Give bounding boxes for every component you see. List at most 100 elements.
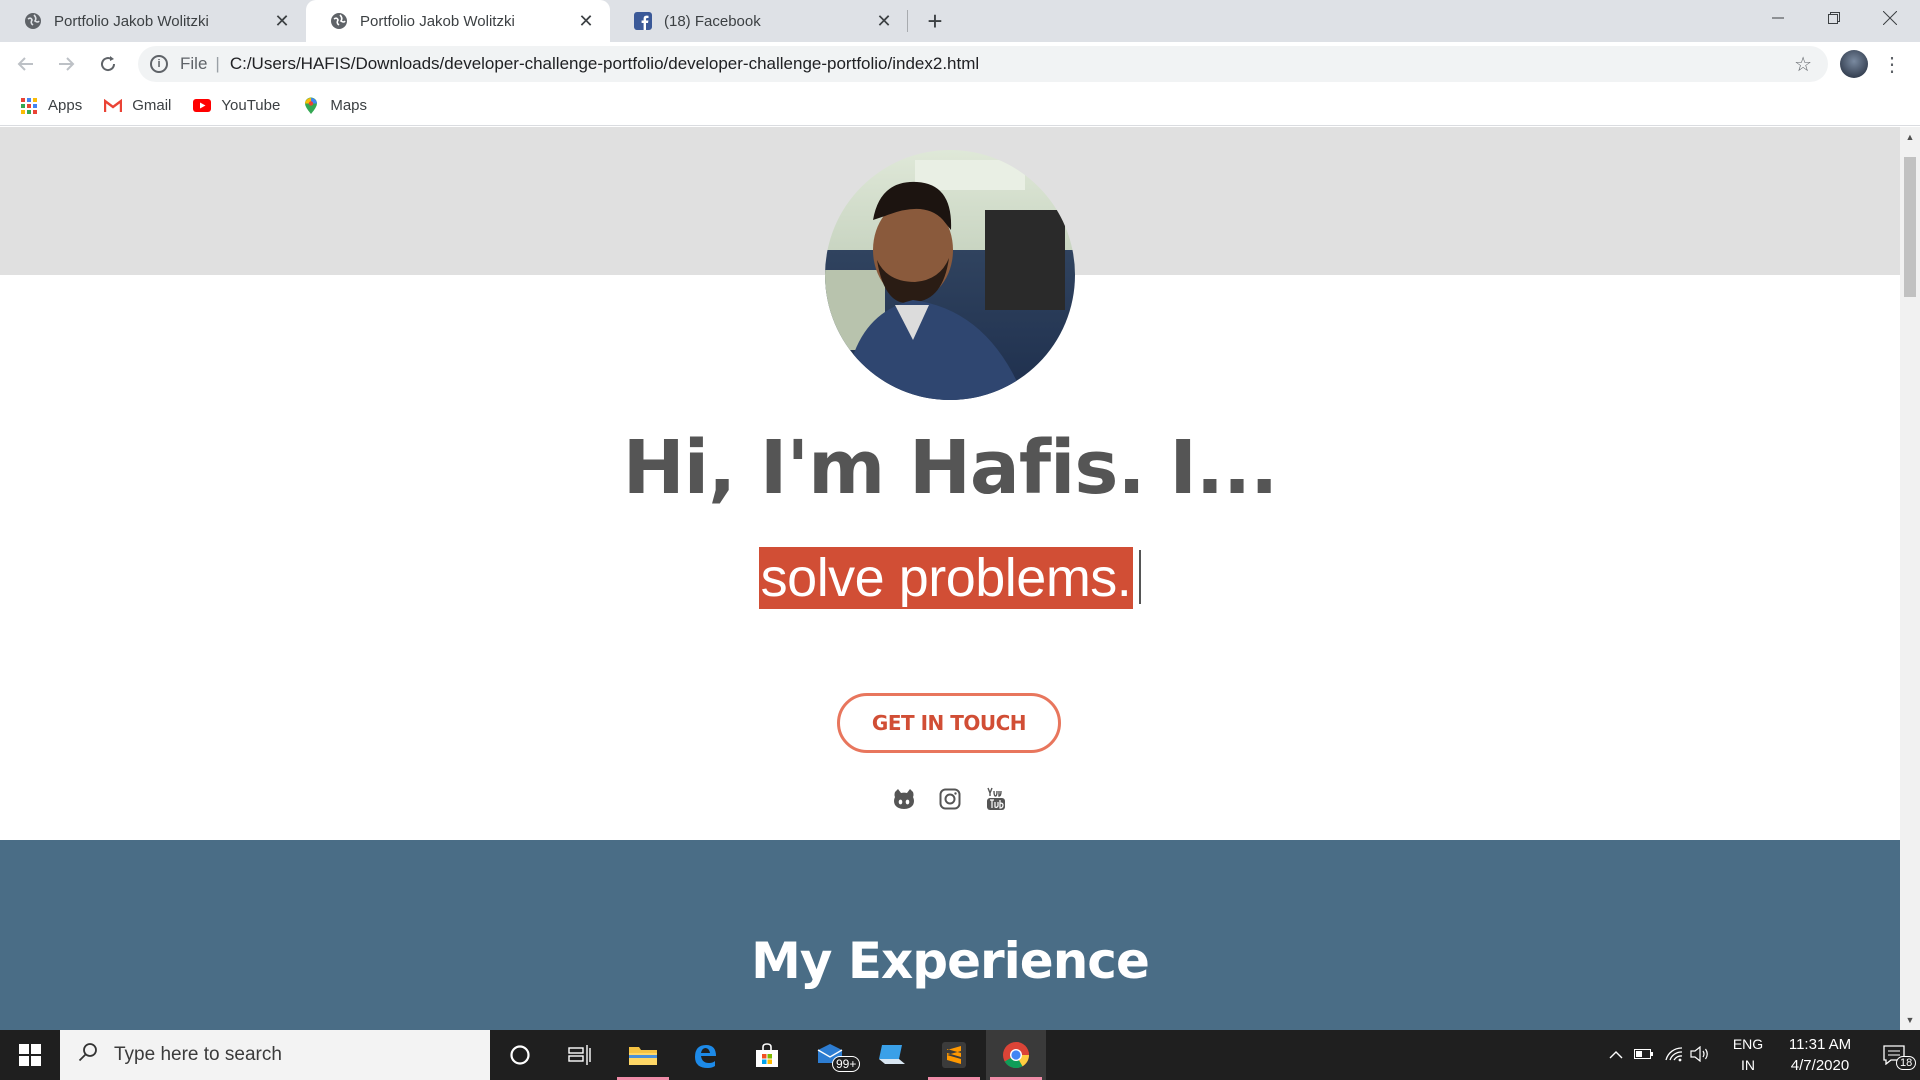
- system-tray: [1604, 1030, 1718, 1080]
- arrow-right-icon: [59, 57, 75, 71]
- instagram-icon[interactable]: [938, 787, 962, 811]
- experience-section: My Experience: [0, 840, 1900, 1030]
- globe-icon: [24, 12, 42, 30]
- restore-button[interactable]: [1806, 0, 1862, 36]
- store-button[interactable]: [737, 1030, 797, 1080]
- sublime-icon: [942, 1042, 966, 1068]
- edge-button[interactable]: [675, 1030, 735, 1080]
- arrow-left-icon: [17, 57, 33, 71]
- scheme-label: File: [180, 54, 208, 73]
- browser-toolbar: i File | C:/Users/HAFIS/Downloads/develo…: [0, 42, 1920, 86]
- minimize-button[interactable]: [1750, 0, 1806, 36]
- desktop-app-button[interactable]: [862, 1030, 922, 1080]
- tab-title: Portfolio Jakob Wolitzki: [54, 12, 209, 30]
- back-button[interactable]: [12, 50, 40, 78]
- bookmark-label: Gmail: [132, 97, 172, 114]
- hero-heading: Hi, I'm Hafis. I...: [622, 425, 1278, 511]
- scroll-up-arrow-icon[interactable]: ▲: [1900, 129, 1920, 145]
- page-viewport: Hi, I'm Hafis. I... solve problems. GET …: [0, 127, 1900, 1030]
- wifi-icon[interactable]: [1664, 1046, 1690, 1065]
- region-code: IN: [1741, 1057, 1755, 1073]
- tab-portfolio-2[interactable]: Portfolio Jakob Wolitzki ✕: [306, 0, 610, 42]
- typing-caret: [1139, 550, 1142, 604]
- taskbar-search[interactable]: Type here to search: [60, 1030, 490, 1080]
- search-icon: [78, 1042, 98, 1068]
- experience-heading: My Experience: [751, 932, 1150, 990]
- bookmark-label: YouTube: [221, 97, 281, 114]
- youtube-icon: [193, 97, 212, 115]
- input-language[interactable]: ENG IN: [1730, 1034, 1766, 1076]
- maps-pin-icon: [302, 97, 320, 115]
- scrollbar-thumb[interactable]: [1904, 157, 1916, 297]
- chrome-icon: [1003, 1042, 1030, 1069]
- reload-icon: [101, 56, 116, 72]
- bookmark-gmail[interactable]: Gmail: [104, 97, 171, 115]
- bookmark-label: Apps: [48, 97, 83, 114]
- notification-count: 18: [1896, 1056, 1917, 1070]
- volume-icon[interactable]: [1690, 1045, 1718, 1065]
- clock-date: 4/7/2020: [1790, 1057, 1850, 1074]
- tab-title: (18) Facebook: [664, 12, 761, 30]
- mail-badge: 99+: [832, 1056, 861, 1072]
- language-code: ENG: [1732, 1036, 1764, 1052]
- reload-button[interactable]: [94, 50, 122, 78]
- mail-button[interactable]: 99+: [800, 1030, 861, 1080]
- bookmark-apps[interactable]: Apps: [20, 97, 82, 115]
- social-links: [0, 787, 1900, 811]
- cortana-circle-icon: [510, 1045, 530, 1065]
- typed-line: solve problems.: [0, 547, 1900, 609]
- tab-facebook[interactable]: (18) Facebook ✕: [610, 0, 908, 42]
- browser-tab-strip: Portfolio Jakob Wolitzki ✕ Portfolio Jak…: [0, 0, 1920, 42]
- windows-logo-icon: [19, 1044, 41, 1066]
- action-center-button[interactable]: 18: [1868, 1030, 1920, 1080]
- browser-menu-icon[interactable]: ⋮: [1882, 50, 1902, 78]
- tab-portfolio-1[interactable]: Portfolio Jakob Wolitzki ✕: [0, 0, 306, 42]
- close-window-button[interactable]: [1862, 0, 1918, 36]
- start-button[interactable]: [0, 1030, 60, 1080]
- tab-title: Portfolio Jakob Wolitzki: [360, 12, 515, 30]
- folder-icon: [629, 1047, 657, 1065]
- sublime-text-button[interactable]: [924, 1030, 984, 1080]
- file-explorer-button[interactable]: [613, 1030, 673, 1080]
- task-view-button[interactable]: [550, 1030, 610, 1080]
- task-view-icon: [568, 1045, 591, 1065]
- battery-icon[interactable]: [1634, 1047, 1664, 1063]
- search-placeholder: Type here to search: [114, 1044, 282, 1065]
- address-bar[interactable]: i File | C:/Users/HAFIS/Downloads/develo…: [138, 46, 1828, 82]
- chevron-up-icon[interactable]: [1604, 1047, 1628, 1063]
- bookmark-star-icon[interactable]: ☆: [1794, 52, 1812, 77]
- chrome-button[interactable]: [986, 1030, 1046, 1080]
- edge-icon: [695, 1045, 716, 1068]
- github-icon[interactable]: [892, 787, 916, 811]
- bookmark-youtube[interactable]: YouTube: [193, 97, 280, 115]
- profile-photo: [825, 150, 1075, 400]
- facebook-icon: [634, 12, 652, 30]
- omnibox-divider: |: [215, 54, 220, 73]
- scroll-down-arrow-icon[interactable]: ▼: [1900, 1012, 1920, 1028]
- bookmarks-bar: Apps Gmail YouTube Maps: [0, 86, 1920, 126]
- taskbar-clock[interactable]: 11:31 AM 4/7/2020: [1770, 1034, 1870, 1076]
- bookmark-label: Maps: [330, 97, 368, 114]
- close-icon[interactable]: ✕: [874, 11, 894, 31]
- globe-icon: [330, 12, 348, 30]
- windows-taskbar: Type here to search 99+ ENG IN 11:31 AM …: [0, 1030, 1920, 1080]
- cortana-button[interactable]: [490, 1030, 550, 1080]
- close-icon[interactable]: ✕: [272, 11, 292, 31]
- close-icon[interactable]: ✕: [576, 11, 596, 31]
- computer-icon: [879, 1045, 905, 1064]
- tab-divider: [907, 10, 908, 32]
- get-in-touch-button[interactable]: GET IN TOUCH: [837, 693, 1061, 753]
- apps-grid-icon: [20, 97, 38, 115]
- new-tab-button[interactable]: +: [920, 6, 950, 36]
- page-scrollbar[interactable]: ▲ ▼: [1900, 127, 1920, 1030]
- bookmark-maps[interactable]: Maps: [302, 97, 367, 115]
- url-text[interactable]: C:/Users/HAFIS/Downloads/developer-chall…: [230, 54, 979, 74]
- youtube-icon[interactable]: [984, 787, 1008, 811]
- forward-button[interactable]: [52, 50, 80, 78]
- profile-avatar[interactable]: [1840, 50, 1868, 78]
- info-icon[interactable]: i: [150, 55, 168, 73]
- typed-text-highlight: solve problems.: [758, 547, 1134, 609]
- store-bag-icon: [756, 1043, 778, 1067]
- clock-time: 11:31 AM: [1788, 1036, 1852, 1053]
- gmail-icon: [104, 97, 123, 115]
